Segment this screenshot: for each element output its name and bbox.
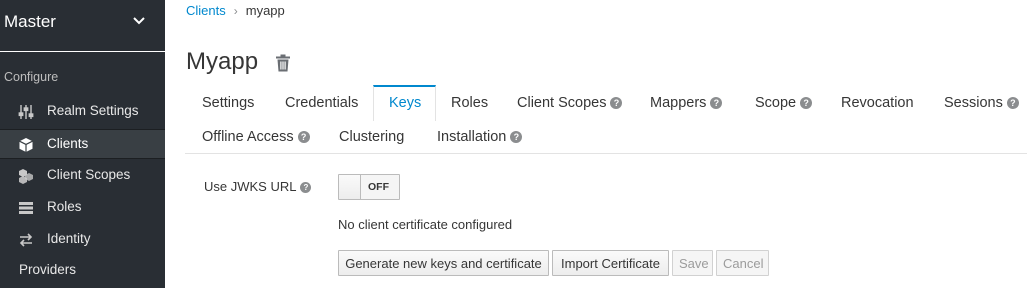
help-icon: ? [710,97,723,109]
sidebar-item-identity[interactable]: Identity [0,225,165,255]
sidebar: Master Configure Realm Settings Clients … [0,0,165,288]
cubes-icon [19,169,33,184]
use-jwks-url-toggle[interactable]: OFF [338,174,400,200]
tab-credentials[interactable]: Credentials [285,95,358,111]
sidebar-item-label: Clients [47,136,89,151]
tab-scope[interactable]: Scope? [755,95,813,111]
tab-label: Offline Access [202,129,294,145]
tab-mappers[interactable]: Mappers? [650,95,723,111]
tab-label: Revocation [841,95,914,111]
help-icon: ? [510,131,523,143]
tab-settings[interactable]: Settings [202,95,254,111]
exchange-icon [19,233,33,247]
import-certificate-button[interactable]: Import Certificate [552,250,669,276]
tabs-divider [185,153,1027,154]
jwks-url-label-text: Use JWKS URL [204,179,297,194]
breadcrumb: Clients › myapp [186,3,285,18]
realm-selector[interactable]: Master [0,0,165,52]
tab-label: Roles [451,95,489,111]
trash-icon[interactable] [275,54,291,72]
tab-sessions[interactable]: Sessions? [944,95,1019,111]
tab-label: Sessions [944,95,1003,111]
tab-label: Credentials [285,95,359,111]
cancel-button[interactable]: Cancel [716,250,769,276]
generate-keys-button[interactable]: Generate new keys and certificate [338,250,549,276]
sidebar-item-label: Client Scopes [47,167,131,182]
tab-label: Clustering [339,129,405,145]
toggle-knob [339,175,361,199]
help-icon: ? [300,182,312,193]
tab-offline-access[interactable]: Offline Access? [202,129,310,145]
sliders-icon [18,105,34,119]
chevron-down-icon [133,17,145,25]
sidebar-item-label: Realm Settings [47,103,139,118]
help-icon: ? [800,97,813,109]
list-icon [19,202,33,214]
jwks-url-label: Use JWKS URL? [204,179,312,194]
page-title: Myapp [186,48,259,75]
tab-roles[interactable]: Roles [451,95,488,111]
help-icon: ? [1006,97,1019,109]
help-icon: ? [297,131,310,143]
tab-keys[interactable]: Keys [389,95,421,111]
tab-client-scopes[interactable]: Client Scopes? [517,95,623,111]
sidebar-item-client-scopes[interactable]: Client Scopes [0,161,165,191]
sidebar-item-realm-settings[interactable]: Realm Settings [0,97,165,127]
sidebar-item-clients[interactable]: Clients [0,129,165,159]
certificate-status-text: No client certificate configured [338,217,513,232]
cube-icon [19,138,33,152]
save-button[interactable]: Save [672,250,713,276]
tab-label: Client Scopes [517,95,607,111]
tab-label: Keys [389,95,422,111]
help-icon: ? [610,97,623,109]
tab-installation[interactable]: Installation? [437,129,523,145]
tab-label: Mappers [650,95,707,111]
tab-label: Installation [437,129,507,145]
breadcrumb-link-clients[interactable]: Clients [186,3,226,18]
realm-name: Master [4,12,56,31]
breadcrumb-separator: › [233,4,238,18]
tab-clustering[interactable]: Clustering [339,129,404,145]
tab-label: Scope [755,95,797,111]
section-label-configure: Configure [4,70,59,84]
sidebar-item-label: Identity [47,231,91,246]
tab-label: Settings [202,95,255,111]
toggle-state: OFF [368,181,389,193]
sidebar-item-label: Roles [47,199,82,214]
tab-revocation[interactable]: Revocation [841,95,914,111]
breadcrumb-current: myapp [245,3,285,18]
sidebar-item-roles[interactable]: Roles [0,193,165,223]
sidebar-item-providers-label[interactable]: Providers [19,262,76,277]
